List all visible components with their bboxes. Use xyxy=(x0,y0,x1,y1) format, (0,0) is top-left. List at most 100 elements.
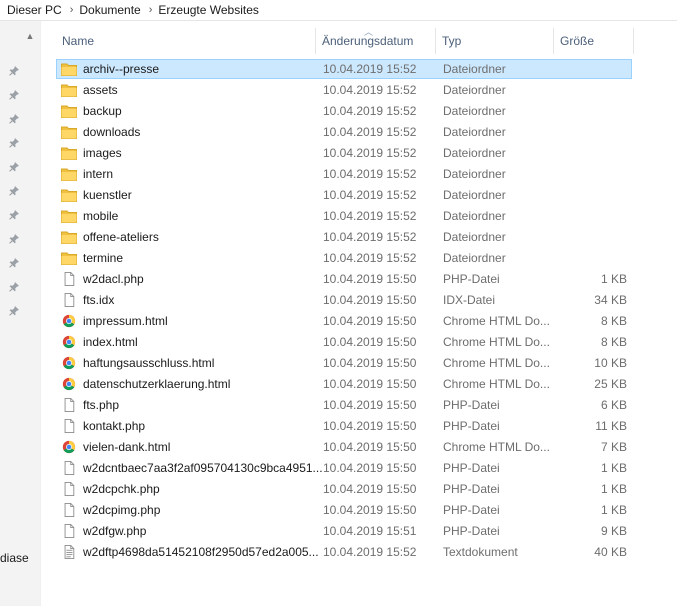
file-row[interactable]: vielen-dank.html 10.04.2019 15:50 Chrome H… xyxy=(56,437,632,457)
file-type: PHP-Datei xyxy=(443,524,500,538)
pin-icon[interactable] xyxy=(8,161,20,173)
file-date: 10.04.2019 15:52 xyxy=(323,188,417,202)
file-size: 9 KB xyxy=(600,524,627,538)
file-date: 10.04.2019 15:52 xyxy=(323,125,417,139)
folder-row[interactable]: mobile 10.04.2019 15:52 Dateiordner xyxy=(56,206,632,226)
file-date: 10.04.2019 15:50 xyxy=(323,293,417,307)
file-icon xyxy=(61,503,77,517)
file-name: downloads xyxy=(83,125,141,139)
file-row[interactable]: haftungsausschluss.html 10.04.2019 15:50 C… xyxy=(56,353,632,373)
folder-row[interactable]: offene-ateliers 10.04.2019 15:52 Dateiordn… xyxy=(56,227,632,247)
file-date: 10.04.2019 15:52 xyxy=(323,104,417,118)
column-header-date[interactable]: ︿ Änderungsdatum xyxy=(316,27,436,54)
file-row[interactable]: fts.idx 10.04.2019 15:50 IDX-Datei 34 KB xyxy=(56,290,632,310)
folder-row[interactable]: downloads 10.04.2019 15:52 Dateiordner xyxy=(56,122,632,142)
file-name: haftungsausschluss.html xyxy=(83,356,215,370)
chrome-icon xyxy=(61,440,77,454)
file-type: Chrome HTML Do... xyxy=(443,440,550,454)
file-size: 6 KB xyxy=(600,398,627,412)
file-type: PHP-Datei xyxy=(443,398,500,412)
file-name: datenschutzerklaerung.html xyxy=(83,377,231,391)
chevron-right-icon[interactable]: › xyxy=(141,4,159,16)
file-type: Dateiordner xyxy=(443,146,506,160)
pin-icon[interactable] xyxy=(8,185,20,197)
breadcrumb-item-dieser-pc[interactable]: Dieser PC xyxy=(0,3,62,17)
file-date: 10.04.2019 15:52 xyxy=(323,83,417,97)
file-type: PHP-Datei xyxy=(443,503,500,517)
pin-icon[interactable] xyxy=(8,305,20,317)
folder-row[interactable]: backup 10.04.2019 15:52 Dateiordner xyxy=(56,101,632,121)
file-icon xyxy=(61,293,77,307)
file-row[interactable]: w2dfgw.php 10.04.2019 15:51 PHP-Datei 9 KB xyxy=(56,521,632,541)
file-type: PHP-Datei xyxy=(443,272,500,286)
file-row[interactable]: w2dcpchk.php 10.04.2019 15:50 PHP-Datei 1 K… xyxy=(56,479,632,499)
file-type: Dateiordner xyxy=(443,167,506,181)
file-date: 10.04.2019 15:52 xyxy=(323,209,417,223)
file-name: images xyxy=(83,146,122,160)
file-date: 10.04.2019 15:50 xyxy=(323,461,417,475)
file-row[interactable]: w2dftp4698da51452108f2950d57ed2a005... 10… xyxy=(56,542,632,562)
pin-icon[interactable] xyxy=(8,257,20,269)
file-date: 10.04.2019 15:50 xyxy=(323,503,417,517)
file-type: Dateiordner xyxy=(443,230,506,244)
breadcrumb: Dieser PC › Dokumente › Erzeugte Website… xyxy=(0,0,677,21)
file-size: 1 KB xyxy=(600,503,627,517)
file-size: 25 KB xyxy=(594,377,627,391)
file-date: 10.04.2019 15:52 xyxy=(323,146,417,160)
file-row[interactable]: w2dacl.php 10.04.2019 15:50 PHP-Datei 1 KB xyxy=(56,269,632,289)
file-date: 10.04.2019 15:51 xyxy=(323,524,417,538)
folder-row[interactable]: archiv--presse 10.04.2019 15:52 Dateiordne… xyxy=(56,59,632,79)
folder-row[interactable]: termine 10.04.2019 15:52 Dateiordner xyxy=(56,248,632,268)
file-date: 10.04.2019 15:50 xyxy=(323,398,417,412)
file-row[interactable]: fts.php 10.04.2019 15:50 PHP-Datei 6 KB xyxy=(56,395,632,415)
file-size: 8 KB xyxy=(600,335,627,349)
file-name: kontakt.php xyxy=(83,419,146,433)
file-date: 10.04.2019 15:50 xyxy=(323,482,417,496)
column-header-size[interactable]: Größe xyxy=(554,28,634,54)
file-name: fts.idx xyxy=(83,293,115,307)
file-name: index.html xyxy=(83,335,138,349)
file-name: mobile xyxy=(83,209,119,223)
file-row[interactable]: impressum.html 10.04.2019 15:50 Chrome HTM… xyxy=(56,311,632,331)
pin-icon[interactable] xyxy=(8,137,20,149)
navigation-pane[interactable]: ▲ diase xyxy=(0,21,41,606)
file-row[interactable]: index.html 10.04.2019 15:50 Chrome HTML Do… xyxy=(56,332,632,352)
file-row[interactable]: datenschutzerklaerung.html 10.04.2019 15:… xyxy=(56,374,632,394)
pin-icon[interactable] xyxy=(8,113,20,125)
file-row[interactable]: w2dcntbaec7aa3f2af095704130c9bca4951... 1… xyxy=(56,458,632,478)
file-size: 40 KB xyxy=(594,545,627,559)
file-row[interactable]: w2dcpimg.php 10.04.2019 15:50 PHP-Datei 1 K… xyxy=(56,500,632,520)
chrome-icon xyxy=(61,377,77,391)
pin-icon[interactable] xyxy=(8,281,20,293)
file-name: w2dcpimg.php xyxy=(83,503,161,517)
pin-icon[interactable] xyxy=(8,209,20,221)
column-header-name[interactable]: Name xyxy=(56,28,316,54)
folder-row[interactable]: intern 10.04.2019 15:52 Dateiordner xyxy=(56,164,632,184)
file-date: 10.04.2019 15:52 xyxy=(323,545,417,559)
chevron-right-icon[interactable]: › xyxy=(62,4,80,16)
file-name: impressum.html xyxy=(83,314,168,328)
file-type: Dateiordner xyxy=(443,62,506,76)
folder-row[interactable]: assets 10.04.2019 15:52 Dateiordner xyxy=(56,80,632,100)
pin-icon[interactable] xyxy=(8,89,20,101)
file-name: w2dftp4698da51452108f2950d57ed2a005... xyxy=(83,545,319,559)
file-icon xyxy=(61,482,77,496)
file-row[interactable]: kontakt.php 10.04.2019 15:50 PHP-Datei 11 K… xyxy=(56,416,632,436)
pin-icon[interactable] xyxy=(8,65,20,77)
file-size: 1 KB xyxy=(600,482,627,496)
pin-icon[interactable] xyxy=(8,233,20,245)
file-date: 10.04.2019 15:52 xyxy=(323,230,417,244)
scroll-up-arrow-icon[interactable]: ▲ xyxy=(25,31,35,41)
file-name: w2dcpchk.php xyxy=(83,482,160,496)
folder-row[interactable]: kuenstler 10.04.2019 15:52 Dateiordner xyxy=(56,185,632,205)
column-header-type[interactable]: Typ xyxy=(436,28,554,54)
file-date: 10.04.2019 15:50 xyxy=(323,272,417,286)
file-type: Dateiordner xyxy=(443,188,506,202)
file-icon xyxy=(61,524,77,538)
navigation-item-label[interactable]: diase xyxy=(0,551,29,565)
folder-icon xyxy=(61,125,77,139)
folder-row[interactable]: images 10.04.2019 15:52 Dateiordner xyxy=(56,143,632,163)
breadcrumb-item-dokumente[interactable]: Dokumente xyxy=(79,3,140,17)
breadcrumb-item-erzeugte-websites[interactable]: Erzeugte Websites xyxy=(158,3,259,17)
file-name: archiv--presse xyxy=(83,62,160,76)
